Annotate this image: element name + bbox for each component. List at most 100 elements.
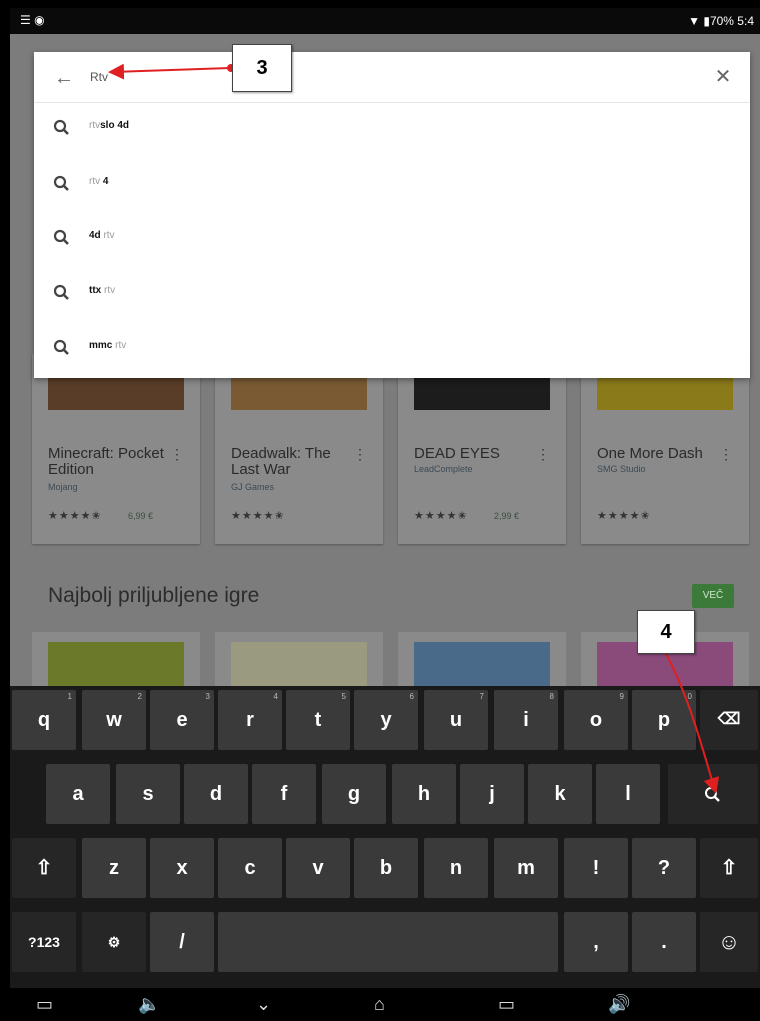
key-l[interactable]: l bbox=[596, 764, 660, 824]
suggestion-bold-text: ttx bbox=[89, 285, 102, 296]
key-v[interactable]: v bbox=[286, 838, 350, 898]
overflow-menu-icon[interactable]: ⋮ bbox=[353, 446, 367, 463]
key-e[interactable]: e3 bbox=[150, 690, 214, 750]
key-k[interactable]: k bbox=[528, 764, 592, 824]
key-b[interactable]: b bbox=[354, 838, 418, 898]
suggestion-item[interactable]: rtv 4 bbox=[34, 158, 750, 212]
key-period[interactable]: . bbox=[632, 912, 696, 972]
suggestion-bold-text: 4d bbox=[89, 230, 101, 241]
overflow-menu-icon[interactable]: ⋮ bbox=[536, 446, 550, 463]
key-g[interactable]: g bbox=[322, 764, 386, 824]
key-question[interactable]: ? bbox=[632, 838, 696, 898]
battery-clock: ▼ ▮70% 5:4 bbox=[688, 14, 754, 28]
space-key[interactable] bbox=[218, 912, 558, 972]
key-y[interactable]: y6 bbox=[354, 690, 418, 750]
app-card[interactable]: DEAD EYES ⋮ LeadComplete ★★★★✬ 2,99 € bbox=[398, 354, 566, 544]
backspace-key[interactable]: ⌫ bbox=[700, 690, 758, 750]
search-icon bbox=[53, 175, 69, 191]
suggestion-item[interactable]: ttx rtv bbox=[34, 267, 750, 321]
overflow-menu-icon[interactable]: ⋮ bbox=[170, 446, 184, 463]
suggestion-item[interactable]: rtvslo 4d bbox=[34, 102, 750, 156]
key-w[interactable]: w2 bbox=[82, 690, 146, 750]
soft-keyboard: q1 w2 e3 r4 t5 y6 u7 i8 o9 p0 ⌫ a s d f … bbox=[10, 686, 760, 988]
search-icon bbox=[53, 284, 69, 300]
key-slash[interactable]: / bbox=[150, 912, 214, 972]
suggestion-bold-text: 4 bbox=[102, 176, 109, 187]
app-price: 6,99 € bbox=[128, 511, 154, 521]
key-a[interactable]: a bbox=[46, 764, 110, 824]
back-arrow-icon[interactable]: ← bbox=[50, 64, 78, 92]
shift-key-right[interactable]: ⇧ bbox=[700, 838, 758, 898]
search-icon bbox=[705, 786, 720, 802]
app-title: Deadwalk: The Last War bbox=[231, 445, 331, 478]
app-developer: SMG Studio bbox=[597, 464, 646, 474]
app-card[interactable]: One More Dash ⋮ SMG Studio ★★★★✬ bbox=[581, 354, 749, 544]
suggestion-light-text: rtv bbox=[115, 340, 127, 351]
shift-key[interactable]: ⇧ bbox=[12, 838, 76, 898]
app-developer: LeadComplete bbox=[414, 464, 473, 474]
navigation-bar: ▭ 🔈 ⌄ ⌂ ▭ 🔊 bbox=[10, 988, 760, 1021]
annotation-callout-3: 3 bbox=[232, 44, 292, 92]
search-bar: ← ✕ bbox=[34, 52, 750, 103]
volume-up-icon[interactable]: 🔊 bbox=[608, 994, 630, 1015]
key-q[interactable]: q1 bbox=[12, 690, 76, 750]
suggestion-light-text: rtv bbox=[89, 176, 101, 187]
search-input[interactable] bbox=[90, 66, 590, 88]
search-key[interactable] bbox=[668, 764, 758, 824]
suggestion-light-text: rtv bbox=[104, 285, 116, 296]
home-icon[interactable]: ⌂ bbox=[374, 994, 385, 1015]
key-u[interactable]: u7 bbox=[424, 690, 488, 750]
key-comma[interactable]: , bbox=[564, 912, 628, 972]
notification-icons: ☰ ◉ bbox=[20, 13, 45, 27]
more-button[interactable]: VEČ bbox=[692, 584, 734, 608]
app-rating: ★★★★✬ bbox=[231, 510, 285, 522]
app-rating: ★★★★✬ bbox=[48, 510, 102, 522]
tablet-screen: ☰ ◉ ▼ ▮70% 5:4 Minecraft: Pocket Edition… bbox=[10, 8, 760, 1021]
key-h[interactable]: h bbox=[392, 764, 456, 824]
key-d[interactable]: d bbox=[184, 764, 248, 824]
search-suggestions-panel: ← ✕ rtvslo 4d rtv 4 4d rtv ttx rtv mmc r… bbox=[34, 52, 750, 378]
settings-key[interactable]: ⚙ bbox=[82, 912, 146, 972]
app-card[interactable]: Minecraft: Pocket Edition ⋮ Mojang ★★★★✬… bbox=[32, 354, 200, 544]
key-t[interactable]: t5 bbox=[286, 690, 350, 750]
suggestion-bold-text: slo 4d bbox=[100, 120, 130, 131]
key-m[interactable]: m bbox=[494, 838, 558, 898]
app-title: Minecraft: Pocket Edition bbox=[48, 445, 164, 478]
close-icon[interactable]: ✕ bbox=[710, 64, 736, 90]
key-z[interactable]: z bbox=[82, 838, 146, 898]
screenshot-icon[interactable]: ▭ bbox=[36, 994, 53, 1015]
search-icon bbox=[53, 339, 69, 355]
app-rating: ★★★★✬ bbox=[414, 510, 468, 522]
suggestion-light-text: rtv bbox=[103, 230, 115, 241]
key-c[interactable]: c bbox=[218, 838, 282, 898]
key-f[interactable]: f bbox=[252, 764, 316, 824]
key-n[interactable]: n bbox=[424, 838, 488, 898]
key-i[interactable]: i8 bbox=[494, 690, 558, 750]
overflow-menu-icon[interactable]: ⋮ bbox=[719, 446, 733, 463]
key-exclamation[interactable]: ! bbox=[564, 838, 628, 898]
key-j[interactable]: j bbox=[460, 764, 524, 824]
emoji-key[interactable]: ☺ bbox=[700, 912, 758, 972]
key-r[interactable]: r4 bbox=[218, 690, 282, 750]
recents-icon[interactable]: ▭ bbox=[498, 994, 515, 1015]
key-o[interactable]: o9 bbox=[564, 690, 628, 750]
suggestion-item[interactable]: mmc rtv bbox=[34, 322, 750, 376]
suggestion-light-text: rtv bbox=[89, 120, 101, 131]
key-p[interactable]: p0 bbox=[632, 690, 696, 750]
hide-keyboard-icon[interactable]: ⌄ bbox=[256, 994, 271, 1015]
key-x[interactable]: x bbox=[150, 838, 214, 898]
app-developer: GJ Games bbox=[231, 482, 275, 492]
key-s[interactable]: s bbox=[116, 764, 180, 824]
search-icon bbox=[53, 229, 69, 245]
status-bar: ☰ ◉ ▼ ▮70% 5:4 bbox=[10, 8, 760, 34]
app-title: One More Dash bbox=[597, 445, 703, 462]
section-title: Najbolj priljubljene igre bbox=[48, 584, 260, 607]
suggestion-bold-text: mmc bbox=[89, 340, 113, 351]
search-icon bbox=[53, 119, 69, 135]
app-rating: ★★★★✬ bbox=[597, 510, 651, 522]
suggestion-item[interactable]: 4d rtv bbox=[34, 212, 750, 266]
symbols-key[interactable]: ?123 bbox=[12, 912, 76, 972]
volume-down-icon[interactable]: 🔈 bbox=[138, 994, 160, 1015]
app-card[interactable]: Deadwalk: The Last War ⋮ GJ Games ★★★★✬ bbox=[215, 354, 383, 544]
app-price: 2,99 € bbox=[494, 511, 520, 521]
